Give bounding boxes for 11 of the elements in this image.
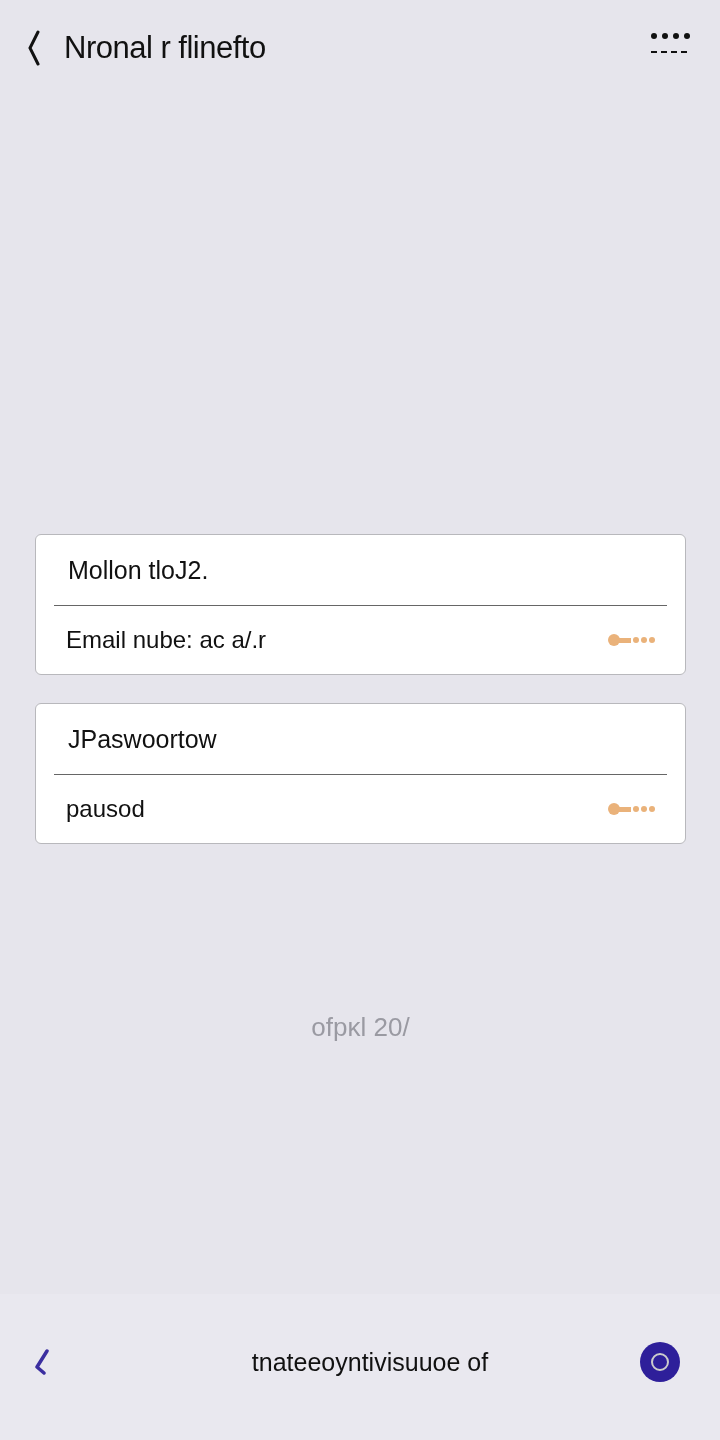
caption-text: ofpκl 20/ xyxy=(311,1012,410,1043)
input-field[interactable]: pausod xyxy=(54,775,667,843)
bottom-text: tnateeoyntivisuuoe of xyxy=(250,1347,490,1377)
back-button[interactable] xyxy=(26,30,42,66)
page-title: Nronal r flinefto xyxy=(64,30,267,66)
input-field[interactable]: Email nube: ac a/.r xyxy=(54,606,667,674)
menu-icon[interactable] xyxy=(650,32,692,56)
field-label: Mollon tloJ2. xyxy=(67,554,210,586)
circle-button[interactable] xyxy=(640,1342,680,1382)
back-button[interactable] xyxy=(34,1349,50,1375)
field-label: JPaswoortow xyxy=(67,723,218,755)
